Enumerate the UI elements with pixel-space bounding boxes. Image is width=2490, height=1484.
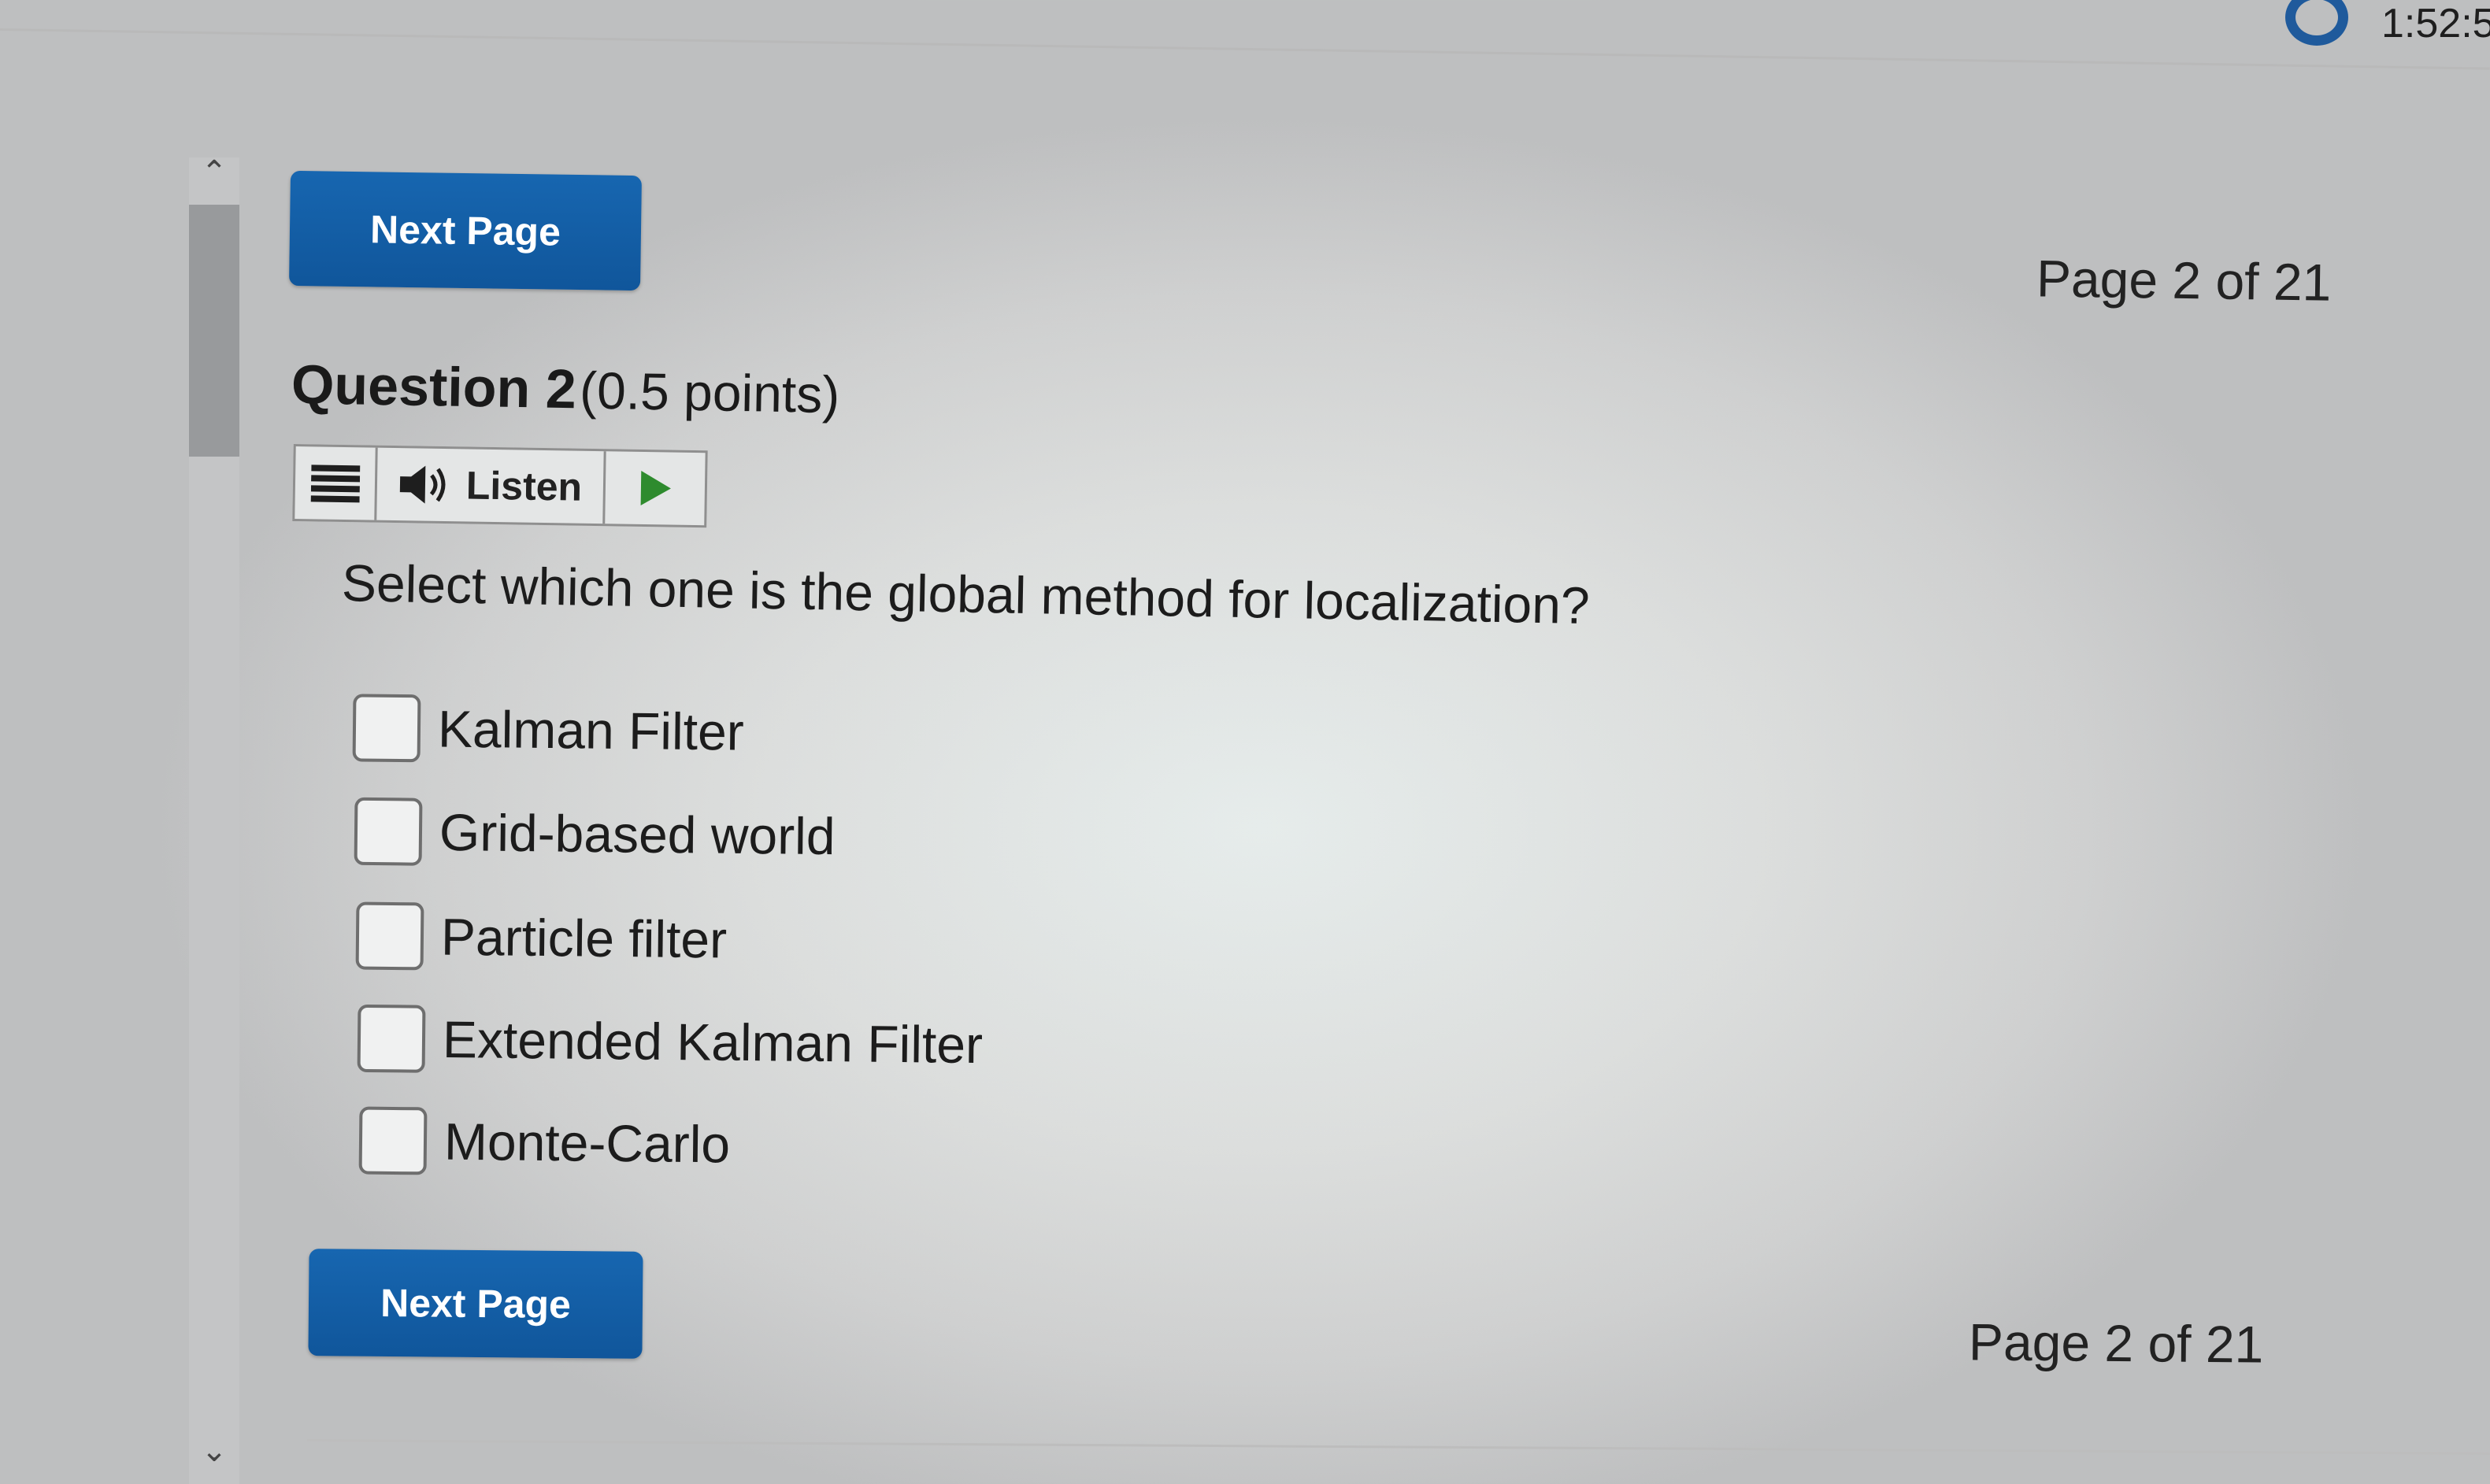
option-particle-filter[interactable]: Particle filter	[355, 901, 728, 974]
listen-label: Listen	[465, 463, 583, 509]
next-page-button-top[interactable]: Next Page	[289, 170, 642, 291]
checkbox[interactable]	[352, 694, 421, 763]
chevron-up-icon[interactable]: ⌃	[189, 154, 239, 191]
scrollbar-thumb[interactable]	[189, 205, 239, 457]
top-divider	[0, 28, 2490, 70]
question-points: (0.5 points)	[579, 361, 840, 424]
listen-toolbar: Listen	[292, 444, 708, 528]
bottom-divider	[306, 1439, 2490, 1455]
question-prompt: Select which one is the global method fo…	[341, 553, 1591, 635]
option-grid-based-world[interactable]: Grid-based world	[354, 797, 836, 870]
option-label: Kalman Filter	[437, 699, 745, 761]
speaker-icon	[399, 465, 446, 504]
question-title: Question 2	[291, 353, 577, 420]
chevron-down-icon[interactable]: ⌄	[189, 1433, 239, 1469]
option-kalman-filter[interactable]: Kalman Filter	[352, 694, 745, 765]
option-label: Grid-based world	[439, 802, 836, 866]
listen-menu-button[interactable]	[295, 446, 378, 520]
option-extended-kalman-filter[interactable]: Extended Kalman Filter	[357, 1004, 984, 1079]
checkbox[interactable]	[355, 901, 424, 971]
option-label: Monte-Carlo	[443, 1112, 731, 1174]
checkbox[interactable]	[358, 1106, 428, 1175]
option-label: Extended Kalman Filter	[442, 1009, 984, 1075]
next-page-button-bottom[interactable]: Next Page	[308, 1249, 643, 1359]
option-monte-carlo[interactable]: Monte-Carlo	[358, 1106, 731, 1179]
page-indicator-top: Page 2 of 21	[2036, 249, 2332, 312]
checkbox[interactable]	[354, 797, 423, 866]
timer-ring-icon	[2285, 0, 2348, 46]
page-indicator-bottom: Page 2 of 21	[1968, 1312, 2264, 1374]
question-header: Question 2 (0.5 points)	[291, 353, 840, 425]
listen-button[interactable]: Listen	[376, 447, 606, 524]
option-label: Particle filter	[440, 907, 728, 969]
vertical-scrollbar[interactable]: ⌃ ⌄	[189, 154, 239, 1484]
menu-icon	[310, 464, 360, 503]
play-icon	[640, 470, 671, 505]
checkbox[interactable]	[357, 1004, 426, 1073]
timer-readout: 1:52:5	[2381, 1, 2490, 46]
play-button[interactable]	[605, 451, 705, 525]
